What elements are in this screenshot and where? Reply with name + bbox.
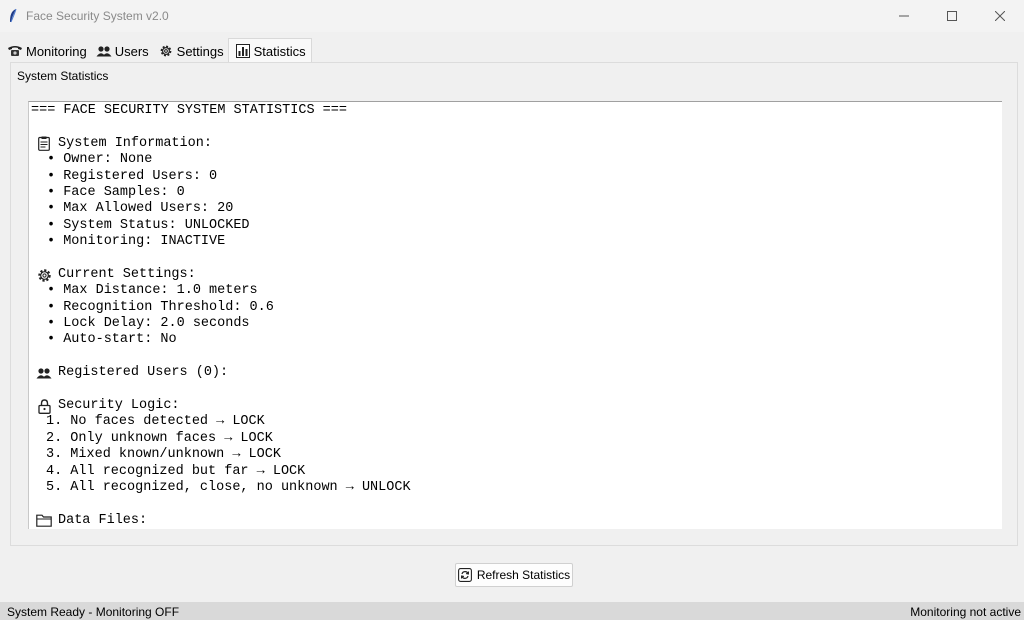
list-item: 2. Only unknown faces → LOCK	[46, 430, 273, 446]
folder-icon	[33, 513, 55, 529]
tab-bar: Monitoring Users Settings Statistics	[2, 36, 312, 63]
lock-icon	[33, 398, 55, 414]
gear-icon	[33, 267, 55, 283]
tab-monitoring-label: Monitoring	[26, 43, 87, 59]
list-item: 1. No faces detected → LOCK	[46, 414, 265, 430]
refresh-statistics-label: Refresh Statistics	[476, 568, 571, 582]
maximize-icon	[947, 11, 957, 21]
tab-users[interactable]: Users	[91, 40, 153, 62]
maximize-button[interactable]	[928, 0, 976, 32]
status-bar: System Ready - Monitoring OFF Monitoring…	[0, 602, 1024, 620]
list-item: 4. All recognized but far → LOCK	[46, 463, 306, 479]
refresh-icon	[457, 568, 472, 582]
list-item: 3. Mixed known/unknown → LOCK	[46, 447, 281, 463]
tab-statistics[interactable]: Statistics	[227, 38, 312, 63]
list-item: • Monitoring: INACTIVE	[47, 234, 226, 250]
list-item: • Max Allowed Users: 20	[47, 201, 234, 217]
minimize-icon	[899, 15, 909, 17]
close-icon	[995, 11, 1005, 21]
list-item: • Face Samples: 0	[47, 184, 185, 200]
list-item: • Registered Users: 0	[47, 168, 218, 184]
list-item: 5. All recognized, close, no unknown → U…	[46, 479, 411, 495]
window-title: Face Security System v2.0	[26, 9, 169, 23]
section-data-files: Data Files:	[31, 513, 1002, 529]
gear-icon	[157, 44, 175, 58]
clipboard-icon	[33, 136, 55, 152]
tab-settings-label: Settings	[176, 43, 224, 59]
list-item: • Owner: None	[47, 152, 153, 168]
status-right-text: Monitoring not active	[910, 605, 1021, 619]
statistics-text-area[interactable]: === FACE SECURITY SYSTEM STATISTICS === …	[28, 101, 1002, 529]
list-item: • Max Distance: 1.0 meters	[47, 283, 258, 299]
section-registered-users: Registered Users (0):	[31, 365, 1002, 381]
list-item: • Recognition Threshold: 0.6	[47, 299, 274, 315]
list-item: • System Status: UNLOCKED	[47, 217, 250, 233]
minimize-button[interactable]	[880, 0, 928, 32]
section-system-info-title: System Information:	[58, 135, 212, 151]
stats-header: === FACE SECURITY SYSTEM STATISTICS ===	[31, 103, 347, 118]
users-icon	[33, 365, 55, 381]
close-button[interactable]	[976, 0, 1024, 32]
statistics-panel: System Statistics === FACE SECURITY SYST…	[10, 62, 1018, 546]
panel-title: System Statistics	[15, 69, 111, 83]
section-system-info: System Information:	[31, 136, 1002, 152]
tab-statistics-label: Statistics	[253, 43, 306, 59]
status-left-text: System Ready - Monitoring OFF	[7, 605, 180, 619]
tab-monitoring[interactable]: Monitoring	[2, 40, 91, 62]
feather-icon	[0, 8, 26, 24]
title-bar: Face Security System v2.0	[0, 0, 1024, 32]
tab-users-label: Users	[114, 43, 149, 59]
section-security-logic: Security Logic:	[31, 398, 1002, 414]
section-settings: Current Settings:	[31, 267, 1002, 283]
tab-settings[interactable]: Settings	[153, 40, 228, 62]
section-security-logic-title: Security Logic:	[58, 398, 180, 414]
list-item: • Auto-start: No	[47, 332, 177, 348]
telephone-icon	[6, 44, 24, 58]
list-item: • Lock Delay: 2.0 seconds	[47, 316, 250, 332]
refresh-statistics-button[interactable]: Refresh Statistics	[455, 563, 573, 587]
window-controls	[880, 0, 1024, 32]
section-data-files-title: Data Files:	[58, 512, 148, 528]
section-settings-title: Current Settings:	[58, 266, 196, 282]
section-registered-users-title: Registered Users (0):	[58, 365, 229, 381]
users-icon	[95, 44, 113, 58]
bar-chart-icon	[234, 44, 252, 58]
